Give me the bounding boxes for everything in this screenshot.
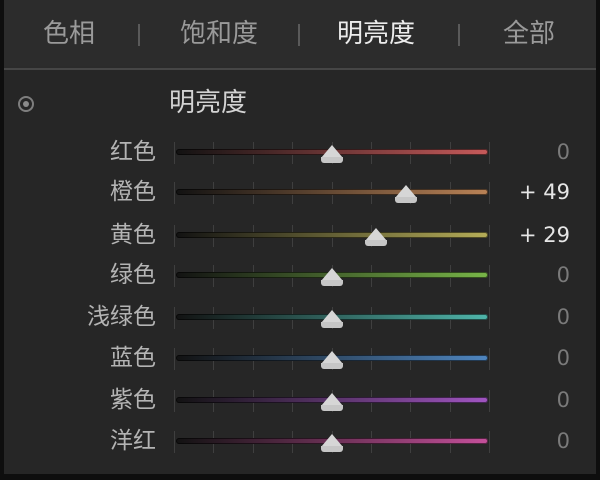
slider-thumb-orange[interactable] (394, 185, 417, 203)
slider-value-orange[interactable]: + 49 (490, 172, 570, 212)
luminance-panel: 明亮度 红色 0 橙色 + 49 黄色 + 29 绿色 0 浅绿色 0 蓝色 0 紫色 0 洋红 0 (4, 70, 596, 474)
slider-thumb-green[interactable] (321, 268, 343, 286)
slider-label-green: 绿色 (110, 262, 156, 288)
slider-value-green[interactable]: 0 (490, 255, 570, 295)
tab-all[interactable]: 全部 (484, 14, 574, 54)
slider-tick (174, 348, 175, 370)
tab-separator (458, 24, 460, 46)
slider-tick (174, 307, 175, 329)
slider-row-blue: 蓝色 0 (4, 338, 596, 378)
tab-bar: 色相 饱和度 明亮度 全部 (4, 0, 596, 66)
slider-track[interactable] (176, 189, 488, 195)
slider-thumb-blue[interactable] (321, 351, 343, 369)
slider-thumb-purple[interactable] (321, 393, 343, 411)
slider-row-aqua: 浅绿色 0 (4, 297, 596, 337)
tab-separator (138, 24, 140, 46)
slider-green[interactable] (174, 255, 490, 295)
slider-tick (174, 265, 175, 287)
slider-value-purple[interactable]: 0 (490, 380, 570, 420)
slider-label-magenta: 洋红 (110, 428, 156, 454)
slider-value-red[interactable]: 0 (490, 132, 570, 172)
slider-label-red: 红色 (110, 139, 156, 165)
slider-orange[interactable] (174, 172, 490, 212)
target-adjust-icon[interactable] (18, 96, 34, 112)
slider-value-magenta[interactable]: 0 (490, 421, 570, 461)
slider-label-aqua: 浅绿色 (87, 304, 156, 330)
tab-saturation[interactable]: 饱和度 (164, 14, 274, 54)
slider-tick (174, 431, 175, 453)
slider-row-orange: 橙色 + 49 (4, 172, 596, 212)
slider-value-aqua[interactable]: 0 (490, 297, 570, 337)
slider-tick (174, 225, 175, 247)
slider-purple[interactable] (174, 380, 490, 420)
slider-thumb-red[interactable] (321, 145, 343, 163)
slider-row-magenta: 洋红 0 (4, 421, 596, 461)
slider-track[interactable] (176, 232, 488, 238)
slider-tick (174, 142, 175, 164)
slider-label-purple: 紫色 (110, 387, 156, 413)
slider-tick (174, 182, 175, 204)
tab-luminance[interactable]: 明亮度 (318, 14, 434, 54)
slider-row-green: 绿色 0 (4, 255, 596, 295)
slider-label-yellow: 黄色 (110, 222, 156, 248)
slider-red[interactable] (174, 132, 490, 172)
slider-value-yellow[interactable]: + 29 (490, 215, 570, 255)
tab-separator (298, 24, 300, 46)
slider-thumb-magenta[interactable] (321, 434, 343, 452)
tab-hue[interactable]: 色相 (24, 14, 114, 54)
slider-row-purple: 紫色 0 (4, 380, 596, 420)
slider-row-yellow: 黄色 + 29 (4, 215, 596, 255)
slider-label-orange: 橙色 (110, 179, 156, 205)
slider-value-blue[interactable]: 0 (490, 338, 570, 378)
slider-row-red: 红色 0 (4, 132, 596, 172)
slider-yellow[interactable] (174, 215, 490, 255)
slider-aqua[interactable] (174, 297, 490, 337)
slider-label-blue: 蓝色 (110, 345, 156, 371)
slider-blue[interactable] (174, 338, 490, 378)
section-title: 明亮度 (169, 88, 248, 118)
slider-thumb-yellow[interactable] (364, 228, 387, 246)
slider-tick (174, 390, 175, 412)
slider-thumb-aqua[interactable] (321, 310, 343, 328)
slider-magenta[interactable] (174, 421, 490, 461)
